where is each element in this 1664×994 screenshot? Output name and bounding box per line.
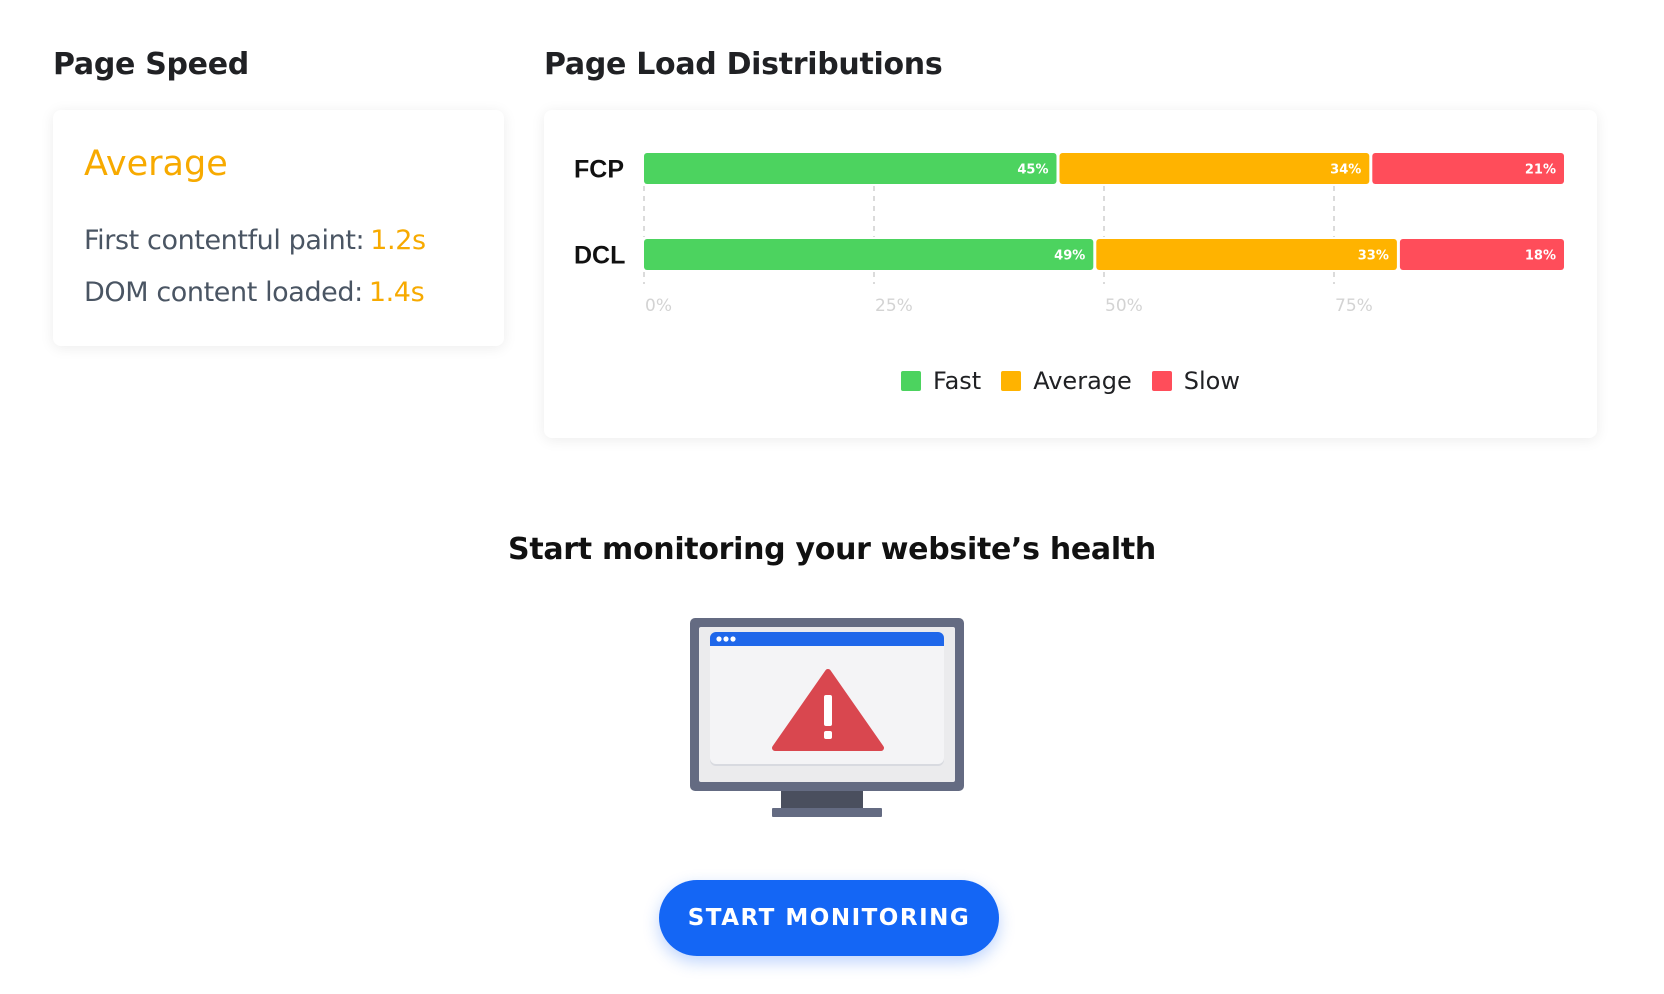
monitor-warning-icon [690, 618, 964, 817]
bar-segment-dcl-fast [644, 239, 1094, 270]
start-monitoring-button[interactable]: START MONITORING [659, 880, 999, 956]
distributions-title: Page Load Distributions [544, 47, 943, 82]
cta-title: Start monitoring your website’s health [508, 532, 1156, 567]
bar-segment-fcp-average [1059, 153, 1370, 184]
row-label-fcp: FCP [574, 156, 624, 184]
legend-label: Slow [1183, 367, 1240, 395]
fcp-metric-value: 1.2s [370, 225, 426, 256]
bar-segment-fcp-fast [644, 153, 1057, 184]
fcp-metric-label: First contentful paint: [84, 225, 365, 256]
legend-swatch [900, 371, 921, 391]
distributions-card: 0% 25% 50% 75% FCP 45% 34% 21% DCL 49% 33% 18% Fast… [544, 110, 1597, 438]
legend-label: Fast [932, 367, 982, 395]
legend-swatch [1001, 371, 1022, 391]
dcl-metric-label: DOM content loaded: [84, 277, 363, 308]
page-speed-card: Average First contentful paint: 1.2s DOM … [53, 110, 504, 346]
legend-item-average: Average [1001, 367, 1132, 395]
bar-segment-dcl-average [1096, 239, 1397, 270]
bar-value-label: 18% [1525, 249, 1556, 264]
bar-value-label: 49% [1054, 249, 1085, 264]
bar-value-label: 33% [1358, 249, 1389, 264]
bar-value-label: 45% [1017, 163, 1048, 178]
distribution-chart: 0% 25% 50% 75% FCP 45% 34% 21% DCL 49% 33% 18% [574, 153, 1564, 316]
fcp-metric: First contentful paint: 1.2s [84, 225, 426, 256]
legend-label: Average [1033, 367, 1132, 395]
dcl-metric-value: 1.4s [368, 277, 425, 308]
x-tick-label: 0% [645, 296, 672, 316]
chart-legend: Fast Average Slow [544, 367, 1597, 395]
x-tick-label: 25% [875, 296, 913, 316]
speed-rating: Average [84, 144, 228, 184]
page: Page Speed Average First contentful pain… [0, 0, 1664, 994]
bar-value-label: 21% [1525, 163, 1556, 178]
x-tick-label: 75% [1335, 296, 1373, 316]
row-label-dcl: DCL [574, 242, 625, 270]
page-speed-title: Page Speed [53, 47, 249, 82]
legend-item-fast: Fast [900, 367, 982, 395]
legend-item-slow: Slow [1151, 367, 1240, 395]
legend-swatch [1151, 371, 1172, 391]
x-tick-label: 50% [1105, 296, 1143, 316]
dcl-metric: DOM content loaded: 1.4s [84, 277, 425, 308]
bar-value-label: 34% [1330, 163, 1361, 178]
